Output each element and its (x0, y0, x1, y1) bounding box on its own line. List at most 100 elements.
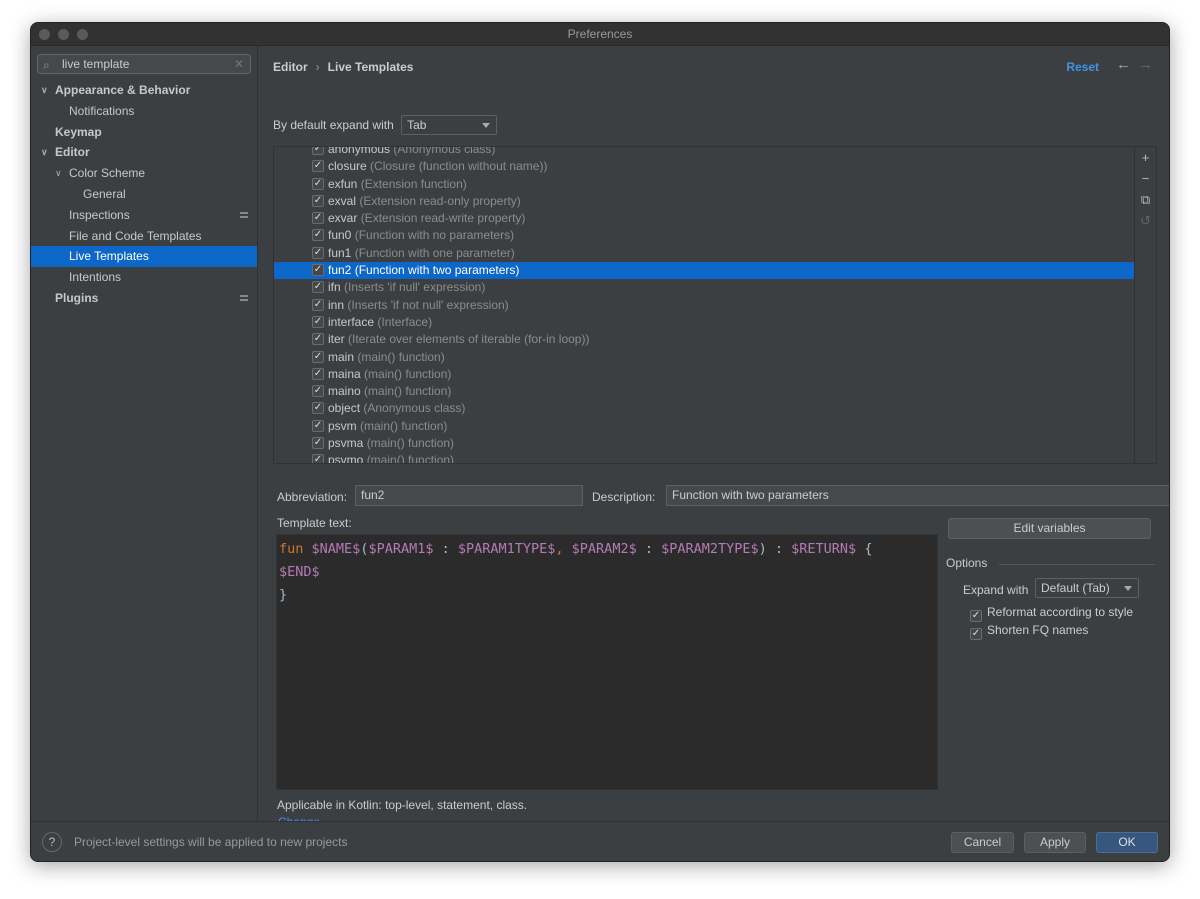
sidebar-item-appearance-behavior[interactable]: ∨ Appearance & Behavior (31, 80, 257, 101)
chevron-down-icon (1124, 586, 1132, 591)
template-row[interactable]: ✓ ifn (Inserts 'if null' expression) (274, 279, 1134, 296)
checkbox-checked-icon[interactable]: ✓ (312, 264, 324, 277)
checkbox-checked-icon[interactable]: ✓ (312, 281, 324, 294)
checkbox-checked-icon[interactable]: ✓ (312, 229, 324, 242)
template-text-editor[interactable]: fun $NAME$($PARAM1$ : $PARAM1TYPE$, $PAR… (276, 534, 938, 790)
sidebar-item-plugins[interactable]: Plugins (31, 288, 257, 309)
settings-tree: ∨ Appearance & Behavior Notifications Keyma… (31, 80, 257, 309)
template-row[interactable]: ✓ maina (main() function) (274, 366, 1134, 383)
chevron-down-icon[interactable]: ∨ (41, 142, 48, 163)
code-line-1: fun $NAME$($PARAM1$ : $PARAM1TYPE$, $PAR… (279, 538, 935, 561)
template-description: (Iterate over elements of iterable (for-… (348, 332, 590, 347)
chevron-down-icon[interactable]: ∨ (55, 163, 62, 184)
checkbox-checked-icon[interactable]: ✓ (312, 367, 324, 380)
checkbox-checked-icon[interactable]: ✓ (312, 194, 324, 207)
sidebar-item-general[interactable]: General (31, 184, 257, 205)
template-row[interactable]: ✓ exfun (Extension function) (274, 176, 1134, 193)
template-abbreviation: exvar (328, 211, 358, 226)
template-row[interactable]: ✓ main (main() function) (274, 349, 1134, 366)
apply-button[interactable]: Apply (1024, 832, 1086, 853)
template-row[interactable]: ✓ fun1 (Function with one parameter) (274, 245, 1134, 262)
checkbox-checked-icon[interactable]: ✓ (312, 315, 324, 328)
sidebar-item-color-scheme[interactable]: ∨ Color Scheme (31, 163, 257, 184)
checkbox-checked-icon[interactable]: ✓ (312, 160, 324, 173)
template-row[interactable]: ✓ exval (Extension read-only property) (274, 193, 1134, 210)
checkbox-checked-icon[interactable]: ✓ (312, 333, 324, 346)
template-row[interactable]: ✓ inn (Inserts 'if not null' expression) (274, 297, 1134, 314)
checkbox-checked-icon[interactable]: ✓ (312, 177, 324, 190)
sidebar-item-notifications[interactable]: Notifications (31, 101, 257, 122)
template-abbreviation: object (328, 401, 361, 416)
template-row[interactable]: ✓ anonymous (Anonymous class) (274, 147, 1134, 158)
sidebar-item-live-templates[interactable]: Live Templates (31, 246, 257, 268)
minimize-window-button[interactable] (58, 29, 69, 40)
template-row[interactable]: ✓ closure (Closure (function without name… (274, 158, 1134, 175)
template-row[interactable]: ✓ object (Anonymous class) (274, 400, 1134, 417)
forward-arrow-icon[interactable]: → (1138, 56, 1153, 73)
clear-search-icon[interactable]: ✕ (234, 55, 244, 73)
remove-icon[interactable]: − (1135, 168, 1156, 189)
sidebar-item-editor[interactable]: ∨ Editor (31, 142, 257, 163)
dialog-footer: ? Project-level settings will be applied… (31, 821, 1169, 861)
zoom-window-button[interactable] (77, 29, 88, 40)
default-expand-select[interactable]: Tab (401, 115, 498, 135)
checkbox-checked-icon[interactable]: ✓ (312, 454, 324, 463)
expand-with-select[interactable]: Default (Tab) (1035, 578, 1139, 598)
checkbox-checked-icon[interactable]: ✓ (312, 350, 324, 363)
add-icon[interactable]: + (1135, 147, 1156, 168)
template-abbreviation: exfun (328, 176, 358, 191)
template-row[interactable]: ✓ interface (Interface) (274, 314, 1134, 331)
back-arrow-icon[interactable]: ← (1116, 56, 1131, 73)
description-input[interactable]: Function with two parameters (666, 485, 1169, 506)
template-row[interactable]: ✓ fun0 (Function with no parameters) (274, 227, 1134, 244)
ok-button[interactable]: OK (1096, 832, 1158, 853)
checkbox-checked-icon[interactable]: ✓ (312, 437, 324, 450)
checkbox-checked-icon[interactable]: ✓ (312, 212, 324, 225)
checkbox-checked-icon[interactable]: ✓ (312, 246, 324, 259)
template-description: (Extension read-only property) (359, 193, 521, 208)
reset-link[interactable]: Reset (1066, 60, 1099, 74)
template-abbreviation: main (328, 349, 355, 364)
sidebar-item-intentions[interactable]: Intentions (31, 267, 257, 288)
window-controls (39, 29, 88, 40)
edit-variables-button[interactable]: Edit variables (948, 518, 1151, 539)
search-value: live template (62, 57, 130, 71)
copy-icon[interactable]: ⧉ (1135, 189, 1156, 210)
chevron-down-icon[interactable]: ∨ (41, 80, 48, 101)
template-description: (Anonymous class) (363, 401, 466, 416)
template-row[interactable]: ✓ exvar (Extension read-write property) (274, 210, 1134, 227)
template-description: (main() function) (366, 453, 455, 464)
template-row[interactable]: ✓ fun2 (Function with two parameters) (274, 262, 1134, 280)
template-description: (Function with no parameters) (354, 228, 515, 243)
checkbox-checked-icon[interactable]: ✓ (312, 419, 324, 432)
sidebar-item-file-and-code-templates[interactable]: File and Code Templates (31, 226, 257, 247)
breadcrumb-editor[interactable]: Editor (273, 60, 308, 74)
close-window-button[interactable] (39, 29, 50, 40)
checkbox-checked-icon[interactable]: ✓ (312, 402, 324, 415)
templates-list[interactable]: ✓ anonymous (Anonymous class) ✓ closure (Cl… (273, 146, 1135, 464)
expand-with-label: Expand with (963, 583, 1029, 597)
template-row[interactable]: ✓ psvmo (main() function) (274, 452, 1134, 464)
checkbox-checked-icon[interactable]: ✓ (312, 147, 324, 155)
help-icon[interactable]: ? (42, 832, 62, 852)
revert-icon[interactable]: ↺ (1135, 210, 1156, 231)
template-row[interactable]: ✓ maino (main() function) (274, 383, 1134, 400)
list-toolbar: + − ⧉ ↺ (1135, 146, 1157, 464)
checkbox-checked-icon[interactable]: ✓ (312, 298, 324, 311)
template-row[interactable]: ✓ psvm (main() function) (274, 418, 1134, 435)
template-row[interactable]: ✓ iter (Iterate over elements of iterable… (274, 331, 1134, 348)
code-token: ) : (758, 541, 792, 557)
settings-search-input[interactable]: ⌕ live template ✕ (37, 54, 251, 74)
abbreviation-input[interactable]: fun2 (355, 485, 583, 506)
checkbox-checked-icon[interactable]: ✓ (312, 385, 324, 398)
template-row[interactable]: ✓ psvma (main() function) (274, 435, 1134, 452)
sidebar-item-keymap[interactable]: Keymap (31, 122, 257, 143)
shorten-fq-checkbox[interactable]: ✓ Shorten FQ names (970, 623, 1088, 640)
code-token: $PARAM2$ (563, 541, 637, 557)
abbreviation-label: Abbreviation: (277, 490, 348, 504)
template-abbreviation: psvm (328, 418, 357, 433)
sidebar-item-inspections[interactable]: Inspections (31, 205, 257, 226)
cancel-button[interactable]: Cancel (951, 832, 1014, 853)
reformat-checkbox[interactable]: ✓ Reformat according to style (970, 605, 1133, 622)
template-abbreviation: iter (328, 332, 345, 347)
